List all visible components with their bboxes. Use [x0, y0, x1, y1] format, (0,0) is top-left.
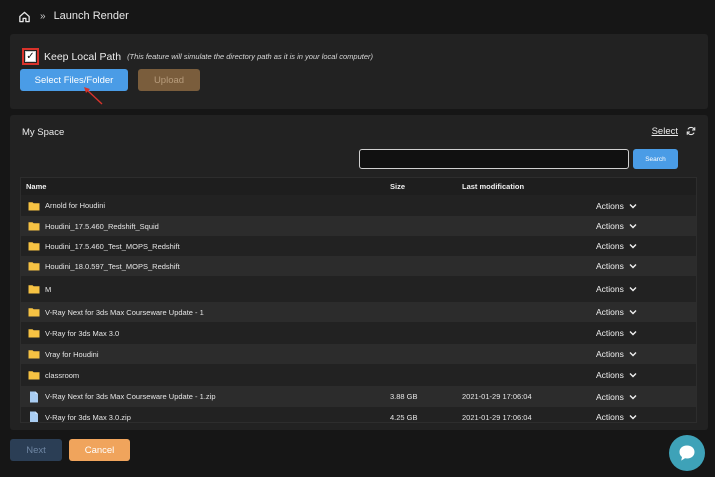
folder-icon	[28, 262, 40, 271]
column-last-modification[interactable]: Last modification	[462, 182, 524, 191]
chevron-down-icon	[629, 331, 637, 336]
table-row[interactable]: Houdini_18.0.597_Test_MOPS_Redshift Actio…	[21, 256, 696, 276]
table-row[interactable]: V-Ray for 3ds Max 3.0.zip 4.25 GB 2021-01-…	[21, 407, 696, 422]
chevron-down-icon	[629, 394, 637, 399]
row-actions-label: Actions	[596, 241, 624, 251]
chevron-down-icon	[629, 352, 637, 357]
chevron-down-icon	[629, 264, 637, 269]
keep-local-path-row: ✓ Keep Local Path (This feature will sim…	[22, 48, 373, 65]
row-name[interactable]: Arnold for Houdini	[45, 201, 105, 210]
table-row[interactable]: V-Ray for 3ds Max 3.0 Actions	[21, 322, 696, 344]
keep-local-path-highlight: ✓	[22, 48, 39, 65]
column-name[interactable]: Name	[26, 182, 46, 191]
upload-button[interactable]: Upload	[138, 69, 200, 91]
select-files-folder-button[interactable]: Select Files/Folder	[20, 69, 128, 91]
table-row[interactable]: Vray for Houdini Actions	[21, 344, 696, 364]
row-name[interactable]: Vray for Houdini	[45, 350, 99, 359]
row-name[interactable]: V-Ray Next for 3ds Max Courseware Update…	[45, 308, 204, 317]
row-actions-label: Actions	[596, 328, 624, 338]
row-name[interactable]: V-Ray Next for 3ds Max Courseware Update…	[45, 392, 216, 401]
chat-bubble-icon	[679, 445, 695, 461]
row-name[interactable]: Houdini_17.5.460_Redshift_Squid	[45, 222, 159, 231]
annotation-arrow-icon	[84, 87, 103, 105]
row-name[interactable]: Houdini_17.5.460_Test_MOPS_Redshift	[45, 242, 180, 251]
folder-icon	[28, 371, 40, 380]
row-actions-label: Actions	[596, 261, 624, 271]
chevron-down-icon	[629, 415, 637, 420]
chevron-down-icon	[629, 287, 637, 292]
row-size: 3.88 GB	[390, 392, 418, 401]
page-title: Launch Render	[53, 10, 129, 22]
breadcrumb: » Launch Render	[18, 8, 129, 24]
row-size: 4.25 GB	[390, 412, 418, 422]
keep-local-path-checkbox[interactable]: ✓	[25, 51, 36, 62]
keep-local-path-label: Keep Local Path	[44, 50, 122, 63]
table-header: Name Size Last modification	[21, 178, 696, 195]
table-row[interactable]: V-Ray Next for 3ds Max Courseware Update…	[21, 302, 696, 322]
row-actions-dropdown[interactable]: Actions	[596, 241, 637, 251]
chevron-down-icon	[629, 244, 637, 249]
row-actions-label: Actions	[596, 200, 624, 211]
keep-local-path-note: (This feature will simulate the director…	[127, 52, 373, 61]
chat-button[interactable]	[669, 435, 705, 471]
row-actions-dropdown[interactable]: Actions	[596, 221, 637, 231]
row-actions-label: Actions	[596, 391, 624, 402]
table-row[interactable]: M Actions	[21, 276, 696, 302]
breadcrumb-separator: »	[40, 10, 46, 22]
search-button[interactable]: Search	[633, 149, 678, 169]
row-actions-label: Actions	[596, 284, 624, 294]
row-actions-label: Actions	[596, 349, 624, 359]
row-actions-label: Actions	[596, 412, 624, 422]
chevron-down-icon	[629, 224, 637, 229]
table-row[interactable]: V-Ray Next for 3ds Max Courseware Update…	[21, 386, 696, 407]
chevron-down-icon	[629, 203, 637, 208]
row-name[interactable]: M	[45, 285, 51, 294]
column-size[interactable]: Size	[390, 182, 405, 191]
row-name[interactable]: V-Ray for 3ds Max 3.0.zip	[45, 413, 131, 422]
row-actions-dropdown[interactable]: Actions	[596, 307, 637, 317]
row-actions-dropdown[interactable]: Actions	[596, 201, 637, 211]
row-last-modification: 2021-01-29 17:06:04	[462, 392, 532, 401]
file-icon	[30, 391, 38, 402]
refresh-icon[interactable]	[686, 126, 696, 136]
row-actions-dropdown[interactable]: Actions	[596, 261, 637, 271]
row-name[interactable]: Houdini_18.0.597_Test_MOPS_Redshift	[45, 262, 180, 271]
row-actions-dropdown[interactable]: Actions	[596, 370, 637, 380]
file-icon	[30, 411, 38, 422]
table-row[interactable]: Houdini_17.5.460_Test_MOPS_Redshift Actio…	[21, 236, 696, 256]
folder-icon	[28, 242, 40, 251]
cancel-button[interactable]: Cancel	[69, 439, 130, 461]
my-space-title: My Space	[22, 127, 65, 138]
folder-icon	[28, 308, 40, 317]
chevron-down-icon	[629, 373, 637, 378]
chevron-down-icon	[629, 310, 637, 315]
row-name[interactable]: V-Ray for 3ds Max 3.0	[45, 329, 119, 338]
table-row[interactable]: Houdini_17.5.460_Redshift_Squid Actions	[21, 216, 696, 236]
upload-panel: ✓ Keep Local Path (This feature will sim…	[10, 34, 708, 109]
row-actions-label: Actions	[596, 370, 624, 380]
my-space-panel: My Space Select Search Name Size Last mo…	[10, 115, 708, 430]
table-row[interactable]: Arnold for Houdini Actions	[21, 195, 696, 216]
table-row[interactable]: classroom Actions	[21, 364, 696, 386]
next-button[interactable]: Next	[10, 439, 62, 461]
home-icon[interactable]	[18, 10, 31, 23]
row-actions-label: Actions	[596, 221, 624, 231]
folder-icon	[28, 201, 40, 210]
row-actions-dropdown[interactable]: Actions	[596, 284, 637, 294]
row-name[interactable]: classroom	[45, 371, 79, 380]
row-actions-label: Actions	[596, 307, 624, 317]
folder-icon	[28, 329, 40, 338]
folder-icon	[28, 222, 40, 231]
folder-icon	[28, 285, 40, 294]
row-last-modification: 2021-01-29 17:06:04	[462, 412, 532, 422]
file-table: Name Size Last modification Arnold for H…	[20, 177, 697, 423]
select-link[interactable]: Select	[652, 126, 678, 137]
folder-icon	[28, 350, 40, 359]
search-input[interactable]	[359, 149, 629, 169]
row-actions-dropdown[interactable]: Actions	[596, 412, 637, 422]
table-body: Arnold for Houdini Actions Houdini_17.5.46…	[21, 195, 696, 422]
row-actions-dropdown[interactable]: Actions	[596, 349, 637, 359]
row-actions-dropdown[interactable]: Actions	[596, 328, 637, 338]
row-actions-dropdown[interactable]: Actions	[596, 392, 637, 402]
